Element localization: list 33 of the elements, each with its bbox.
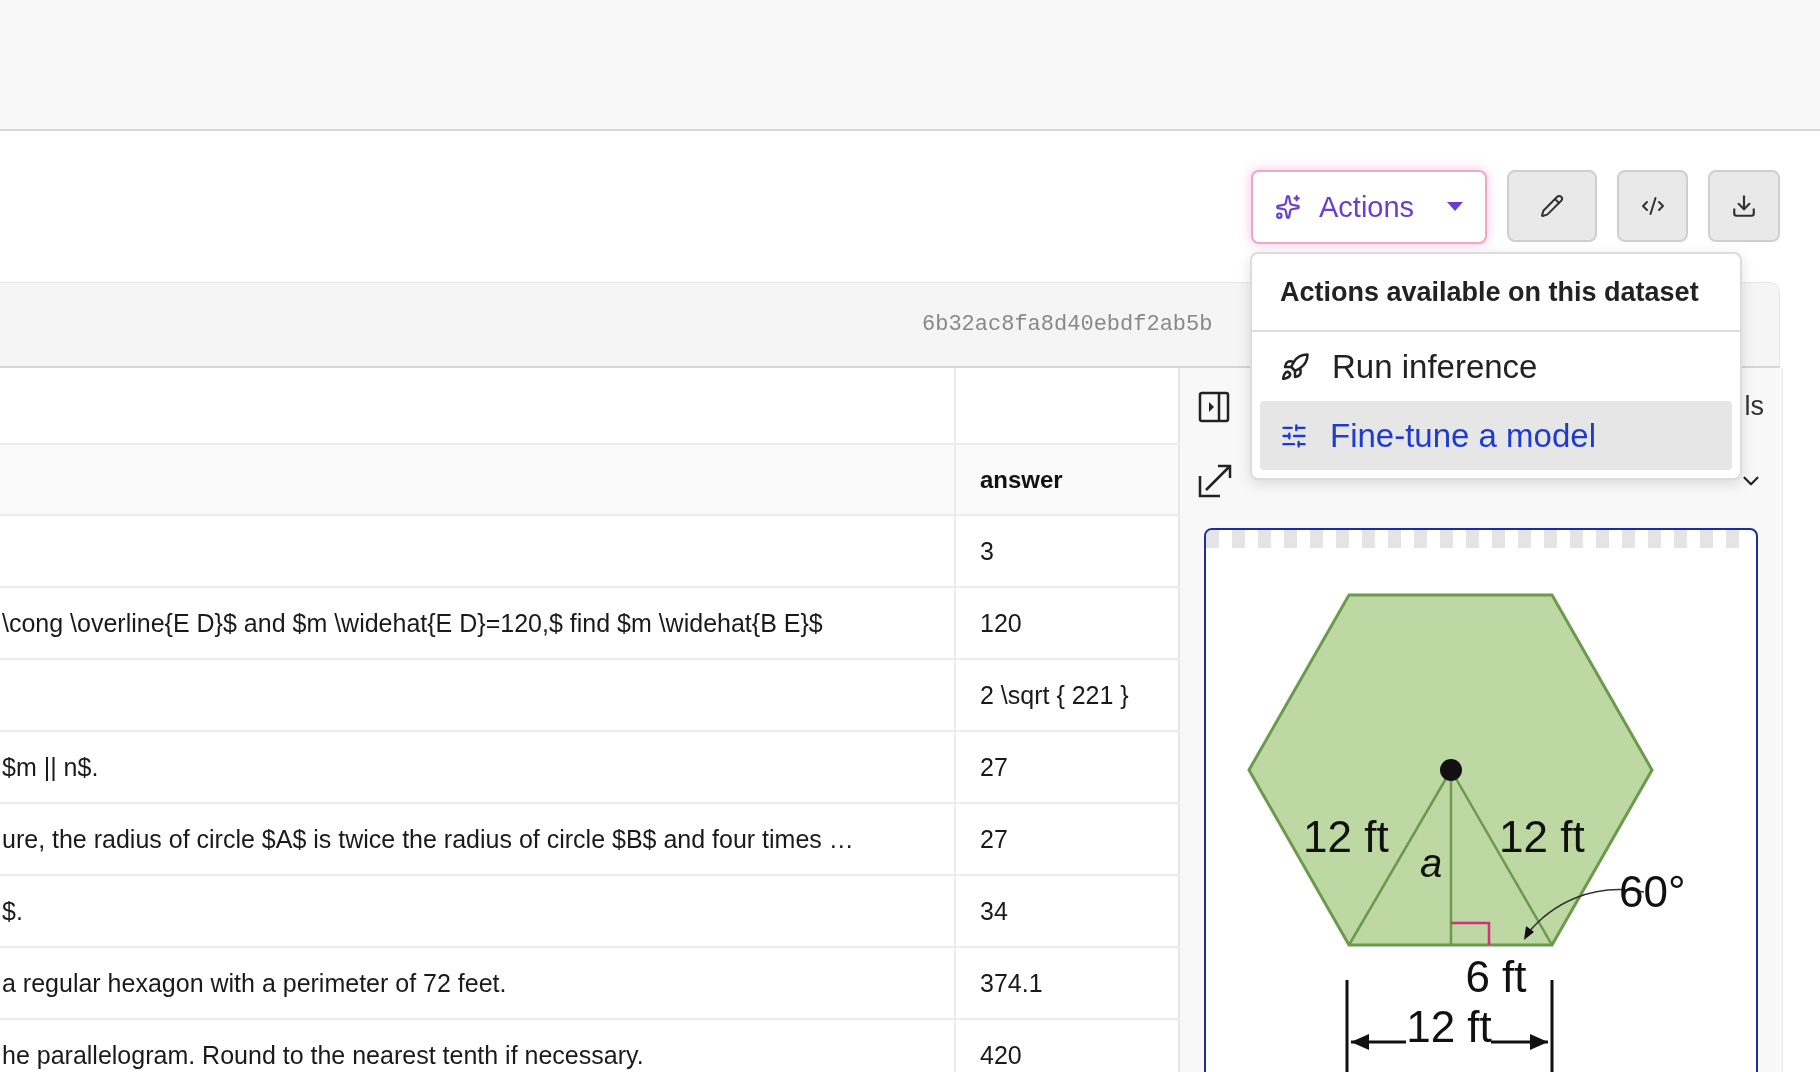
table-cell: $m || n$. <box>2 752 99 782</box>
pencil-icon <box>1540 194 1564 218</box>
rocket-icon <box>1280 351 1310 382</box>
table-cell: 2 \sqrt { 221 } <box>980 680 1129 710</box>
table-cell: 27 <box>980 824 1008 854</box>
sliders-icon <box>1280 421 1308 450</box>
table-cell: $. <box>2 896 23 926</box>
picture: 12 ft 12 ft a 60° 6 ft 12 ft <box>1206 530 1739 1072</box>
panel-label: ls <box>1744 391 1764 422</box>
edit-button[interactable] <box>1507 170 1597 242</box>
code-icon <box>1640 194 1665 218</box>
actions-button[interactable]: Actions <box>1251 170 1487 244</box>
table-cell: 420 <box>980 1040 1022 1070</box>
table-cell: 27 <box>980 752 1008 782</box>
table-cell: a regular hexagon with a perimeter of 72 feet. <box>2 968 507 998</box>
menu-item[interactable]: Fine-tune a model <box>1260 401 1732 470</box>
table-cell: 120 <box>980 608 1022 638</box>
panel-toggle-icon[interactable] <box>1198 390 1230 423</box>
sparkles-icon <box>1275 194 1301 220</box>
menu-title: Actions available on this dataset <box>1252 254 1740 332</box>
table-cell: 34 <box>980 896 1008 926</box>
column-header: answer <box>980 465 1063 494</box>
menu-item[interactable]: Run inference <box>1260 332 1732 401</box>
table-cell: ure, the radius of circle $A$ is twice the radius of circle $B$ and four times … <box>2 824 854 854</box>
commit-hash: 6b32ac8fa8d40ebdf2ab5b <box>922 312 1213 337</box>
download-icon <box>1731 193 1757 219</box>
table-cell: he parallelogram. Round to the nearest tenth if necessary. <box>2 1040 644 1070</box>
download-button[interactable] <box>1708 170 1780 242</box>
expand-icon[interactable] <box>1198 463 1232 498</box>
table-cell: \cong \overline{E D}$ and $m \widehat{E D}=120,$ find $m \widehat{B E}$ <box>2 608 823 638</box>
table-cell: 374.1 <box>980 968 1043 998</box>
caret-icon <box>1447 202 1463 212</box>
table-cell: 3 <box>980 536 994 566</box>
